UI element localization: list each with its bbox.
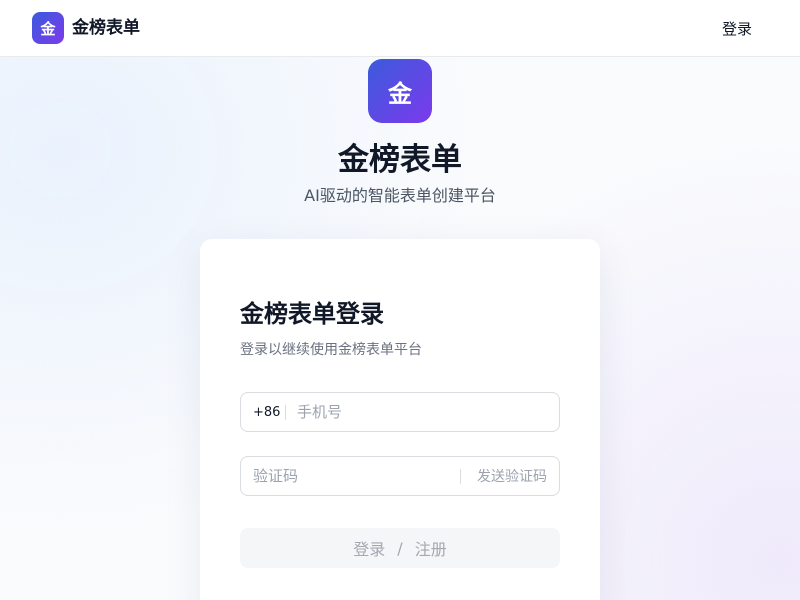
- login-register-button[interactable]: 登录 / 注册: [240, 528, 560, 568]
- login-card-title: 金榜表单登录: [240, 300, 384, 328]
- hero-logo: 金: [368, 59, 432, 123]
- country-code-prefix[interactable]: +86: [253, 403, 280, 423]
- header-login-link[interactable]: 登录: [722, 19, 752, 39]
- login-card-subtitle: 登录以继续使用金榜表单平台: [240, 342, 422, 358]
- verification-code-input[interactable]: [253, 457, 453, 495]
- hero-subtitle: AI驱动的智能表单创建平台: [304, 186, 496, 205]
- code-divider: [460, 469, 461, 484]
- prefix-divider: [285, 405, 286, 420]
- phone-input[interactable]: [297, 393, 547, 431]
- brand-logo[interactable]: 金: [32, 12, 64, 44]
- brand-name[interactable]: 金榜表单: [72, 17, 140, 39]
- verification-code-field: 发送验证码: [240, 456, 560, 496]
- register-label: 注册: [414, 540, 447, 559]
- phone-field: +86: [240, 392, 560, 432]
- top-bar: 金 金榜表单 登录: [0, 0, 800, 57]
- send-code-button[interactable]: 发送验证码: [477, 467, 547, 487]
- hero-title: 金榜表单: [338, 142, 462, 178]
- login-label: 登录: [353, 540, 386, 559]
- submit-separator: /: [397, 538, 403, 558]
- login-card: 金榜表单登录 登录以继续使用金榜表单平台 +86 发送验证码 登录 / 注册: [200, 239, 600, 600]
